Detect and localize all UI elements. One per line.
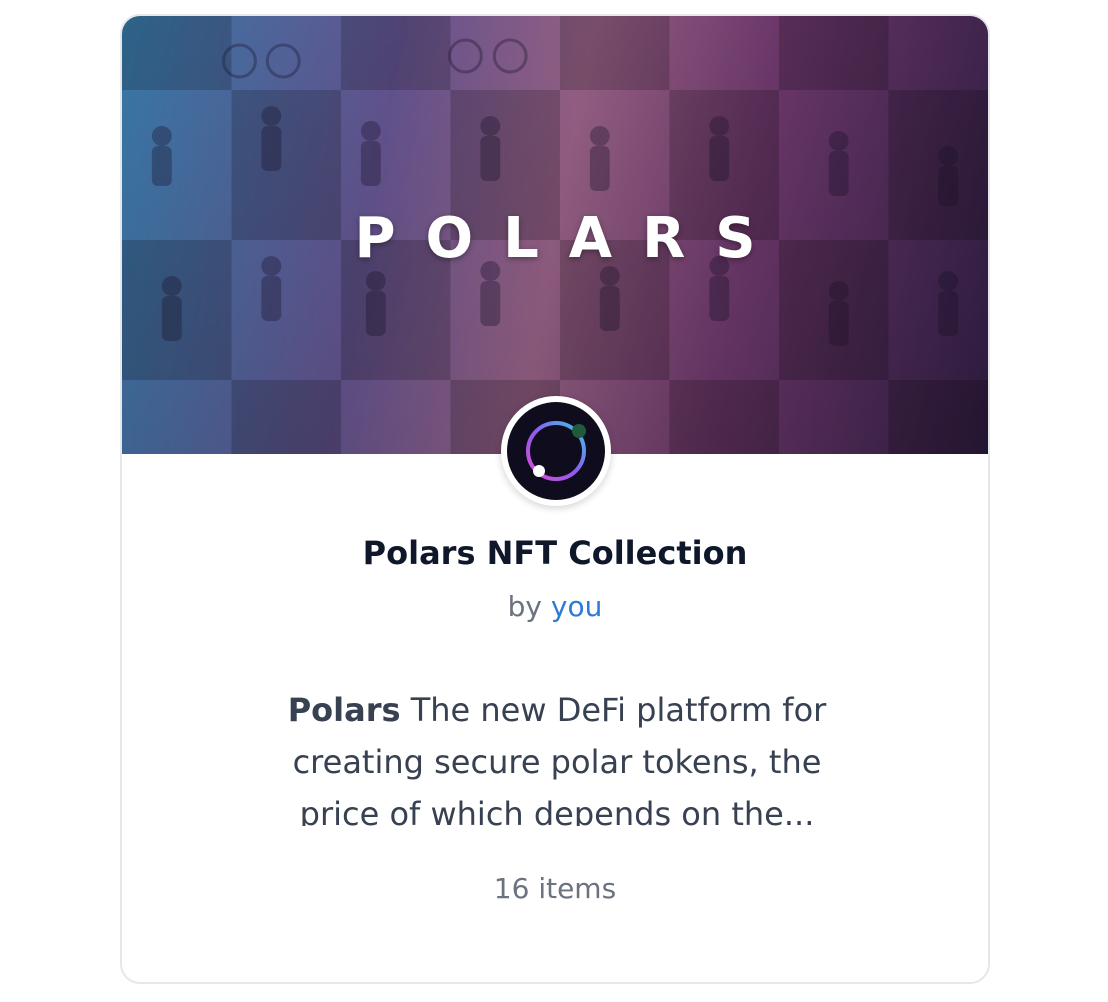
collection-description: Polars The new DeFi platform for creatin… (262, 684, 852, 826)
collection-card[interactable]: POLARS Polars NFT Collection by you Pola… (120, 14, 990, 984)
description-brand: Polars (287, 691, 401, 729)
collection-byline: by you (122, 590, 988, 623)
items-count: 16 items (493, 872, 617, 905)
banner-logo-text: POLARS (354, 206, 786, 271)
polars-ring-logo-icon (507, 402, 605, 500)
collection-title[interactable]: Polars NFT Collection (122, 534, 988, 572)
author-link[interactable]: you (551, 590, 602, 623)
byline-prefix: by (507, 590, 542, 623)
collection-avatar[interactable] (501, 396, 611, 506)
collection-banner: POLARS (122, 16, 988, 454)
